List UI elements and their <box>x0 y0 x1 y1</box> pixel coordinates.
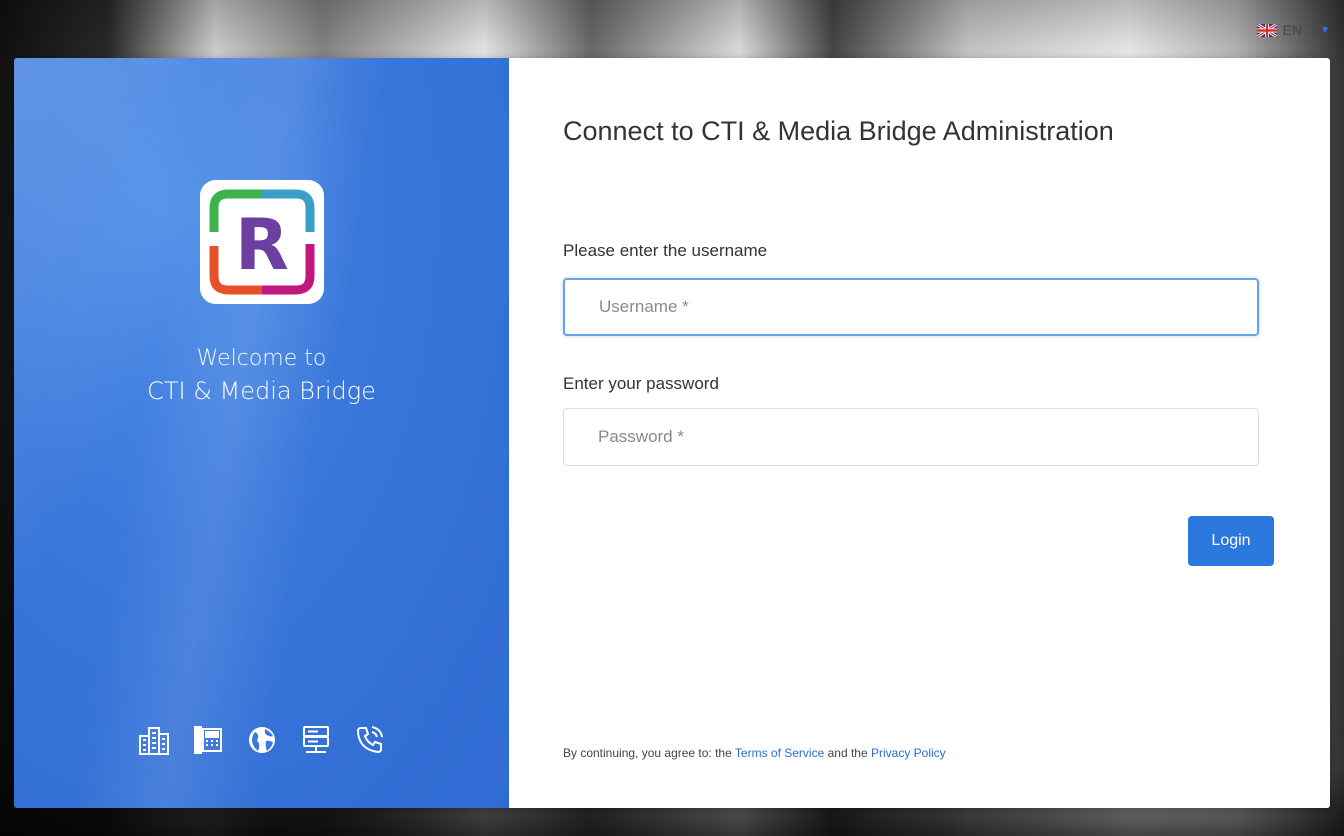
uk-flag-icon <box>1255 22 1278 38</box>
legal-prefix: By continuing, you agree to: the <box>563 746 732 760</box>
privacy-policy-link[interactable]: Privacy Policy <box>871 746 946 760</box>
feature-icons <box>14 724 509 756</box>
username-input[interactable] <box>563 278 1259 336</box>
legal-notice: By continuing, you agree to: the Terms o… <box>563 746 946 760</box>
buildings-icon <box>138 724 170 756</box>
welcome-panel: R Welcome to CTI & Media Bridge <box>14 58 509 808</box>
login-card: R Welcome to CTI & Media Bridge Connect … <box>14 58 1330 808</box>
username-label: Please enter the username <box>563 241 768 260</box>
form-title: Connect to CTI & Media Bridge Administra… <box>563 116 1114 146</box>
welcome-line2: CTI & Media Bridge <box>147 377 376 405</box>
phone-call-icon <box>354 724 386 756</box>
caret-down-icon: ▼ <box>1320 24 1330 36</box>
password-input[interactable] <box>563 408 1259 466</box>
panel-sheen <box>14 58 509 808</box>
logo-letter: R <box>235 204 289 286</box>
desk-phone-icon <box>192 724 224 756</box>
globe-icon <box>246 724 278 756</box>
legal-middle: and the <box>827 746 868 760</box>
welcome-text: Welcome to CTI & Media Bridge <box>14 344 509 408</box>
password-label: Enter your password <box>563 374 719 393</box>
terms-of-service-link[interactable]: Terms of Service <box>735 746 824 760</box>
language-selector[interactable]: EN ▼ <box>1255 22 1330 38</box>
app-logo: R <box>200 180 324 304</box>
language-code: EN <box>1282 22 1303 38</box>
login-button[interactable]: Login <box>1188 516 1274 566</box>
server-icon <box>300 724 332 756</box>
welcome-line1: Welcome to <box>196 346 327 371</box>
login-form-panel: Connect to CTI & Media Bridge Administra… <box>509 58 1330 808</box>
